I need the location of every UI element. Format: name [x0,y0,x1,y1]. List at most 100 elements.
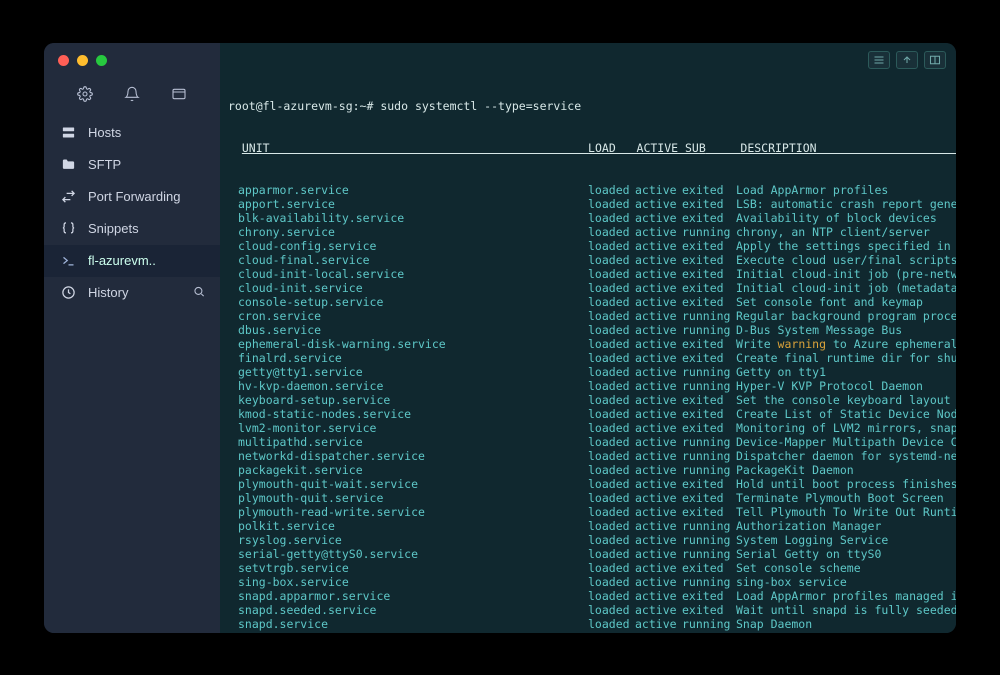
sub-cell: exited [682,421,736,435]
minimize-window-button[interactable] [77,55,88,66]
sidebar-item-history[interactable]: History [44,277,220,309]
active-cell: active [635,309,682,323]
sidebar-item-label: Hosts [88,125,204,140]
active-cell: active [635,463,682,477]
description-cell: Load AppArmor profiles managed intern [736,589,956,603]
service-row: cloud-final.serviceloadedactiveexitedExe… [228,253,956,267]
sidebar-item-label: Port Forwarding [88,189,204,204]
load-cell: loaded [588,281,635,295]
active-cell: active [635,575,682,589]
sub-cell: running [682,365,736,379]
command-text: sudo systemctl --type=service [380,99,581,113]
description-cell: Create List of Static Device Nodes [736,407,956,421]
close-window-button[interactable] [58,55,69,66]
service-row: cloud-init.serviceloadedactiveexitedInit… [228,281,956,295]
unit-cell: cloud-config.service [228,239,588,253]
service-row: finalrd.serviceloadedactiveexitedCreate … [228,351,956,365]
settings-button[interactable] [76,85,94,103]
sub-cell: running [682,379,736,393]
titlebar-share-button[interactable] [896,51,918,69]
folder-icon [60,157,76,173]
load-cell: loaded [588,393,635,407]
load-cell: loaded [588,435,635,449]
service-row: dbus.serviceloadedactiverunningD-Bus Sys… [228,323,956,337]
load-cell: loaded [588,295,635,309]
load-cell: loaded [588,225,635,239]
unit-cell: chrony.service [228,225,588,239]
sub-cell: exited [682,505,736,519]
titlebar-split-button[interactable] [924,51,946,69]
description-cell: D-Bus System Message Bus [736,323,956,337]
unit-cell: dbus.service [228,323,588,337]
description-cell: Execute cloud user/final scripts [736,253,956,267]
service-row: plymouth-quit.serviceloadedactiveexitedT… [228,491,956,505]
service-row: apparmor.serviceloadedactiveexitedLoad A… [228,183,956,197]
sidebar-item-sftp[interactable]: SFTP [44,149,220,181]
description-cell: Hold until boot process finishes up [736,477,956,491]
search-icon[interactable] [192,284,206,301]
unit-cell: hv-kvp-daemon.service [228,379,588,393]
sidebar-item-port-forwarding[interactable]: Port Forwarding [44,181,220,213]
load-cell: loaded [588,183,635,197]
description-cell: Set the console keyboard layout [736,393,956,407]
active-cell: active [635,477,682,491]
sub-cell: running [682,449,736,463]
sidebar-item-fl-azurevm[interactable]: fl-azurevm.. [44,245,220,277]
service-row: chrony.serviceloadedactiverunningchrony,… [228,225,956,239]
load-cell: loaded [588,505,635,519]
sub-cell: running [682,547,736,561]
description-cell: Snap Daemon [736,617,956,631]
description-cell: Authorization Manager [736,519,956,533]
load-cell: loaded [588,519,635,533]
sub-cell: running [682,575,736,589]
unit-cell: keyboard-setup.service [228,393,588,407]
table-header: UNIT LOAD ACTIVE SUB DESCRIPTION [228,141,956,155]
service-row: setvtrgb.serviceloadedactiveexitedSet co… [228,561,956,575]
service-row: snapd.serviceloadedactiverunningSnap Dae… [228,617,956,631]
sidebar-item-label: Snippets [88,221,204,236]
load-cell: loaded [588,491,635,505]
unit-cell: networkd-dispatcher.service [228,449,588,463]
sub-cell: running [682,225,736,239]
unit-cell: polkit.service [228,519,588,533]
sub-cell: running [682,533,736,547]
service-row: lvm2-monitor.serviceloadedactiveexitedMo… [228,421,956,435]
unit-cell: cloud-final.service [228,253,588,267]
unit-cell: multipathd.service [228,435,588,449]
active-cell: active [635,449,682,463]
description-cell: Tell Plymouth To Write Out Runtime Da [736,505,956,519]
active-cell: active [635,365,682,379]
sub-cell: running [682,435,736,449]
sub-cell: exited [682,183,736,197]
active-cell: active [635,225,682,239]
sub-cell: exited [682,589,736,603]
sidebar-item-snippets[interactable]: Snippets [44,213,220,245]
load-cell: loaded [588,309,635,323]
load-cell: loaded [588,407,635,421]
titlebar-menu-button[interactable] [868,51,890,69]
new-window-button[interactable] [170,85,188,103]
sidebar: Hosts SFTP Port Forwarding Snippets fl-azure… [44,43,220,633]
sub-cell: exited [682,491,736,505]
active-cell: active [635,183,682,197]
description-cell: PackageKit Daemon [736,463,956,477]
active-cell: active [635,603,682,617]
description-cell: Set console scheme [736,561,956,575]
notifications-button[interactable] [123,85,141,103]
sidebar-item-label: History [88,285,204,300]
load-cell: loaded [588,463,635,477]
terminal-pane[interactable]: root@fl-azurevm-sg:~# sudo systemctl --t… [220,43,956,633]
service-row: sing-box.serviceloadedactiverunningsing-… [228,575,956,589]
sub-cell: exited [682,267,736,281]
service-row: apport.serviceloadedactiveexitedLSB: aut… [228,197,956,211]
sidebar-item-label: SFTP [88,157,204,172]
service-row: rsyslog.serviceloadedactiverunningSystem… [228,533,956,547]
sub-cell: exited [682,239,736,253]
service-row: cloud-init-local.serviceloadedactiveexit… [228,267,956,281]
description-cell: Monitoring of LVM2 mirrors, snapshots [736,421,956,435]
load-cell: loaded [588,337,635,351]
sidebar-item-hosts[interactable]: Hosts [44,117,220,149]
load-cell: loaded [588,589,635,603]
maximize-window-button[interactable] [96,55,107,66]
description-cell: Getty on tty1 [736,365,956,379]
